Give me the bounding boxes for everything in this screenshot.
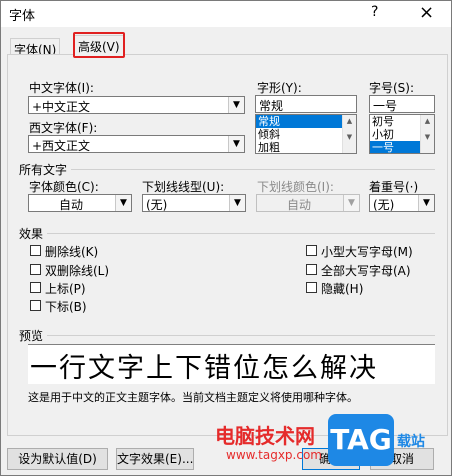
preview-section-label: 预览 (19, 329, 44, 343)
superscript-checkbox[interactable] (30, 282, 41, 293)
style-input[interactable]: 常规 (255, 95, 357, 113)
size-list-scrollbar[interactable]: ▲ ▼ (420, 115, 434, 153)
emphasis-combo[interactable]: (无) ▼ (369, 194, 435, 212)
chevron-down-icon[interactable]: ▼ (115, 195, 131, 211)
watermark-url: www.tagxp.com (226, 448, 322, 462)
set-default-label: 设为默认值(D) (18, 452, 97, 466)
text-effects-label: 文字效果(E)... (117, 452, 194, 466)
text-effects-button[interactable]: 文字效果(E)... (116, 448, 194, 470)
underline-color-combo: 自动 ▼ (256, 194, 360, 212)
size-input[interactable]: 一号 (369, 95, 435, 113)
dialog-title: 字体 (9, 9, 36, 24)
style-input-value: 常规 (259, 99, 284, 113)
preview-sample-text: 一行文字上下错位怎么解决 (30, 353, 378, 384)
font-color-label: 字体颜色(C): (29, 180, 99, 194)
underline-type-value: (无) (146, 198, 168, 212)
underline-color-label: 下划线颜色(I): (257, 180, 334, 194)
western-font-label: 西文字体(F): (29, 121, 98, 135)
hidden-checkbox[interactable] (306, 282, 317, 293)
small-caps-label[interactable]: 小型大写字母(M) (321, 243, 413, 260)
size-input-value: 一号 (373, 99, 398, 113)
preview-description: 这是用于中文的正文主题字体。当前文档主题定义将使用哪种字体。 (28, 391, 358, 404)
chinese-font-value: +中文正文 (32, 100, 91, 114)
subscript-checkbox[interactable] (30, 300, 41, 311)
superscript-label[interactable]: 上标(P) (45, 280, 86, 297)
divider (71, 169, 435, 170)
title-bar: 字体 ? × (1, 1, 451, 27)
all-text-section-label: 所有文字 (19, 163, 68, 177)
preview-box: 一行文字上下错位怎么解决 (28, 344, 435, 384)
highlight-box (73, 32, 125, 58)
emphasis-value: (无) (373, 198, 395, 212)
strikethrough-checkbox[interactable] (30, 245, 41, 256)
style-list-scrollbar[interactable]: ▲ ▼ (342, 115, 356, 153)
watermark-logo: TAG (328, 414, 394, 466)
double-strikethrough-checkbox[interactable] (30, 264, 41, 275)
all-caps-label[interactable]: 全部大写字母(A) (321, 262, 411, 279)
style-option[interactable]: 常规 (256, 115, 356, 128)
divider (47, 335, 435, 336)
size-list[interactable]: 初号 小初 一号 ▲ ▼ (369, 114, 435, 154)
set-default-button[interactable]: 设为默认值(D) (7, 448, 108, 470)
style-list[interactable]: 常规 倾斜 加粗 ▲ ▼ (255, 114, 357, 154)
watermark-logo-text: TAG (330, 423, 392, 456)
chevron-down-icon[interactable]: ▼ (229, 195, 245, 211)
double-strikethrough-label[interactable]: 双删除线(L) (45, 262, 109, 279)
small-caps-checkbox[interactable] (306, 245, 317, 256)
all-caps-checkbox[interactable] (306, 264, 317, 275)
underline-type-label: 下划线线型(U): (142, 180, 225, 194)
underline-type-combo[interactable]: (无) ▼ (142, 194, 246, 212)
style-option[interactable]: 加粗 (256, 141, 356, 153)
subscript-label[interactable]: 下标(B) (45, 298, 87, 315)
watermark-brand: 电脑技术网 (215, 424, 315, 448)
underline-color-value: 自动 (287, 198, 312, 212)
close-icon[interactable]: × (419, 2, 434, 23)
emphasis-label: 着重号(·) (369, 180, 419, 194)
size-label: 字号(S): (369, 81, 415, 95)
western-font-value: +西文正文 (32, 139, 91, 153)
help-icon[interactable]: ? (371, 4, 378, 20)
style-label: 字形(Y): (257, 81, 302, 95)
divider (47, 233, 435, 234)
western-font-combo[interactable]: +西文正文 ▼ (28, 135, 245, 153)
chevron-down-icon: ▼ (343, 195, 359, 211)
font-color-value: 自动 (59, 198, 84, 212)
style-option[interactable]: 倾斜 (256, 128, 356, 141)
chinese-font-combo[interactable]: +中文正文 ▼ (28, 96, 245, 114)
chevron-down-icon[interactable]: ▼ (228, 97, 244, 113)
hidden-label[interactable]: 隐藏(H) (321, 280, 363, 297)
watermark-side-text: 载站 (397, 434, 425, 450)
chinese-font-label: 中文字体(I): (29, 81, 94, 95)
font-color-combo[interactable]: 自动 ▼ (28, 194, 132, 212)
strikethrough-label[interactable]: 删除线(K) (45, 243, 98, 260)
chevron-down-icon[interactable]: ▼ (418, 195, 434, 211)
font-dialog: 字体 ? × 字体(N) 高级(V) 中文字体(I): +中文正文 ▼ 西文字体… (0, 0, 452, 476)
chevron-down-icon[interactable]: ▼ (228, 136, 244, 152)
effects-section-label: 效果 (19, 227, 44, 241)
